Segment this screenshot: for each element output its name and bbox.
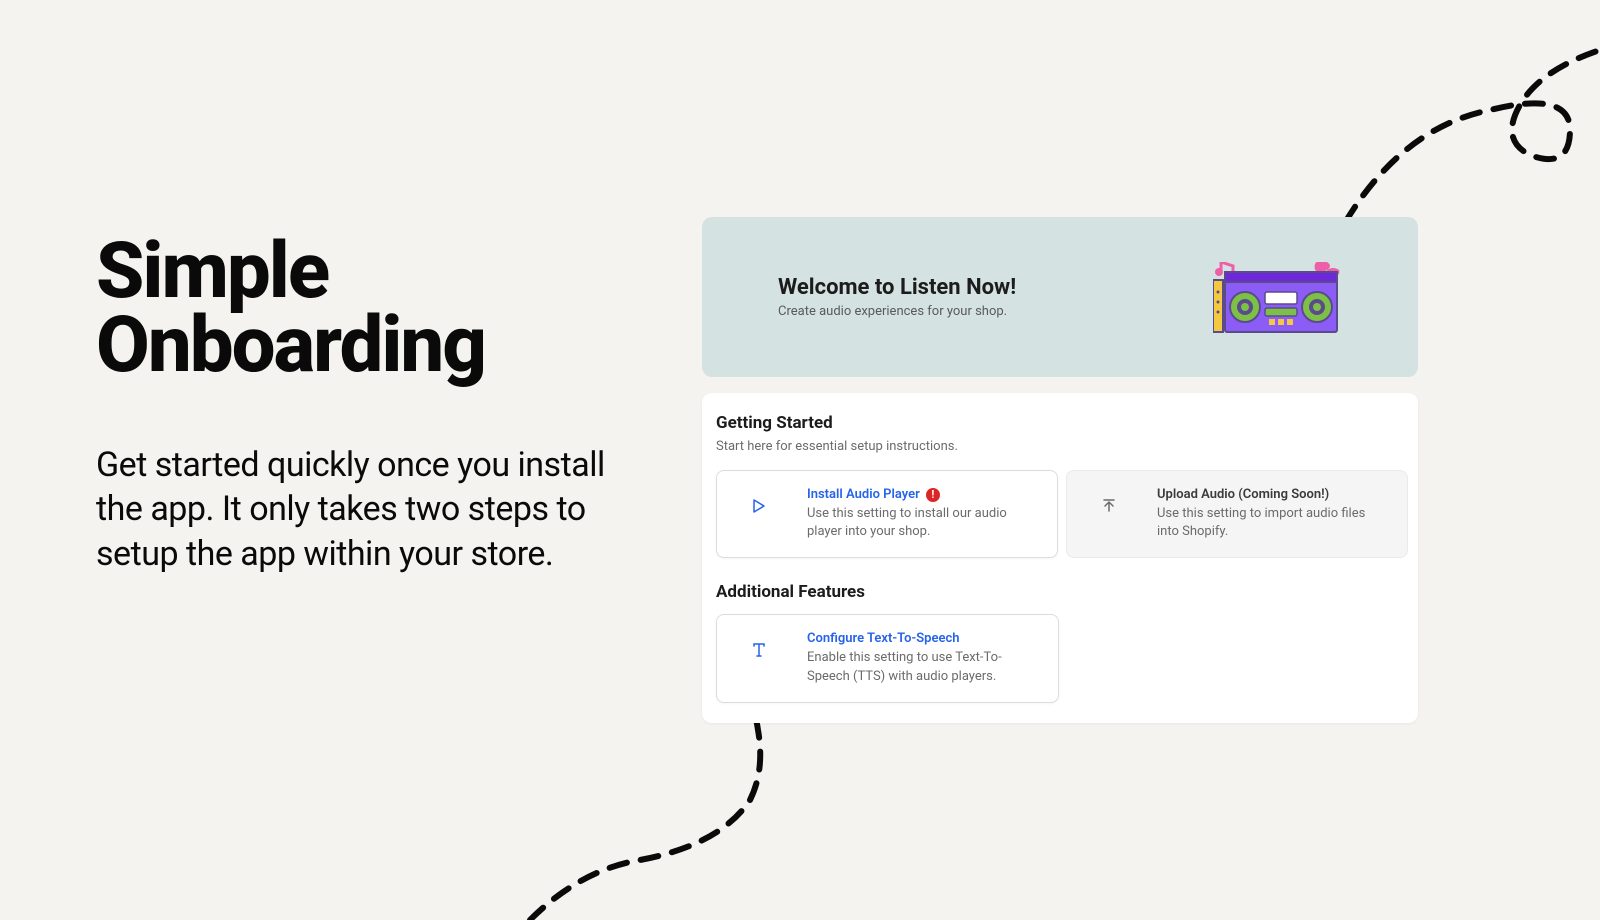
additional-features-title: Additional Features: [716, 582, 1408, 602]
text-icon: [735, 643, 783, 657]
upload-audio-card: Upload Audio (Coming Soon!) Use this set…: [1066, 470, 1408, 558]
feature-title: Upload Audio (Coming Soon!): [1157, 487, 1389, 502]
feature-content: Upload Audio (Coming Soon!) Use this set…: [1157, 487, 1389, 541]
feature-description: Use this setting to import audio files i…: [1157, 505, 1389, 541]
feature-title: Install Audio Player !: [807, 487, 1039, 502]
upload-icon: [1085, 499, 1133, 513]
hero-subtitle: Get started quickly once you install the…: [96, 443, 656, 576]
content-card: Getting Started Start here for essential…: [702, 393, 1418, 723]
feature-description: Use this setting to install our audio pl…: [807, 505, 1039, 541]
welcome-text-block: Welcome to Listen Now! Create audio expe…: [778, 275, 1016, 319]
getting-started-subtitle: Start here for essential setup instructi…: [716, 439, 1408, 454]
onboarding-panel: Welcome to Listen Now! Create audio expe…: [702, 217, 1418, 723]
feature-content: Configure Text-To-Speech Enable this set…: [807, 631, 1040, 685]
welcome-card: Welcome to Listen Now! Create audio expe…: [702, 217, 1418, 377]
additional-features-cards: Configure Text-To-Speech Enable this set…: [716, 614, 1408, 702]
hero-title: Simple Onboarding: [96, 235, 656, 383]
decorative-dashed-line-bottom: [520, 690, 940, 920]
boombox-illustration-icon: [1213, 262, 1343, 332]
welcome-title: Welcome to Listen Now!: [778, 275, 1016, 300]
alert-icon: !: [926, 488, 940, 502]
hero-section: Simple Onboarding Get started quickly on…: [96, 235, 656, 576]
feature-description: Enable this setting to use Text-To-Speec…: [807, 649, 1040, 685]
getting-started-cards: Install Audio Player ! Use this setting …: [716, 470, 1408, 558]
feature-title: Configure Text-To-Speech: [807, 631, 1040, 646]
welcome-subtitle: Create audio experiences for your shop.: [778, 304, 1016, 319]
feature-content: Install Audio Player ! Use this setting …: [807, 487, 1039, 541]
configure-tts-card[interactable]: Configure Text-To-Speech Enable this set…: [716, 614, 1059, 702]
getting-started-title: Getting Started: [716, 413, 1408, 433]
install-audio-player-card[interactable]: Install Audio Player ! Use this setting …: [716, 470, 1058, 558]
play-icon: [735, 499, 783, 513]
